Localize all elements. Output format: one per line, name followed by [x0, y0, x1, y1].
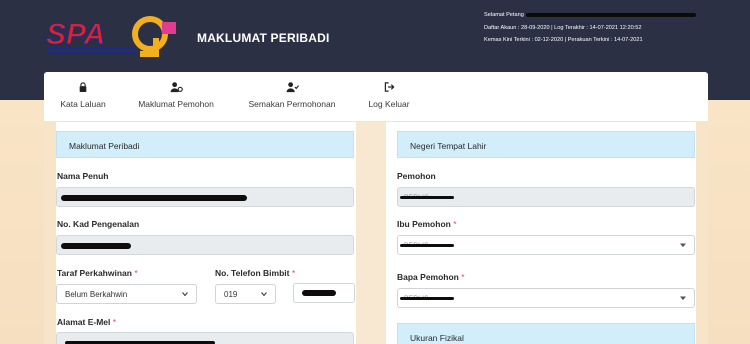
taraf-label-text: Taraf Perkahwinan [57, 268, 132, 278]
update-dates: Kemas Kini Terkini : 02-12-2020 | Peraku… [484, 37, 643, 43]
ic-label: No. Kad Pengenalan [57, 219, 140, 229]
tab-kata-laluan[interactable]: Kata Laluan [60, 81, 106, 109]
bapa-label-text: Bapa Pemohon [397, 272, 459, 282]
user-check-icon [285, 82, 299, 93]
chevron-down-icon [680, 296, 686, 300]
spa9-logo: SPA [46, 16, 176, 57]
section-ukuran-fizikal: Ukuran Fizikal [397, 323, 695, 344]
gutter-left [44, 122, 56, 344]
page-title: MAKLUMAT PERIBADI [197, 31, 330, 45]
pemohon-label: Pemohon [397, 171, 436, 181]
telefon-number-input[interactable] [293, 283, 355, 303]
telefon-prefix-select[interactable]: 019 [215, 284, 276, 304]
redacted-name [61, 195, 247, 201]
ibu-pemohon-label: Ibu Pemohon * [397, 219, 457, 229]
required-mark: * [134, 268, 138, 278]
lock-icon [79, 82, 87, 92]
required-mark: * [291, 268, 296, 278]
taraf-perkahwinan-select[interactable]: Belum Berkahwin [56, 284, 197, 304]
telefon-prefix-value: 019 [224, 290, 238, 299]
nama-penuh-field[interactable] [56, 187, 354, 207]
logout-icon [384, 82, 394, 92]
chevron-down-icon [261, 292, 267, 296]
bapa-pemohon-select[interactable]: PERLIS [397, 288, 695, 308]
telefon-label-text: No. Telefon Bimbit [215, 268, 290, 278]
pemohon-field[interactable]: PERLIS [397, 187, 695, 207]
redacted-username [525, 12, 696, 17]
greeting-text: Selamat Petang [484, 12, 524, 18]
tab-label: Log Keluar [368, 99, 410, 109]
redacted-ibu [400, 244, 454, 247]
tab-label: Semakan Permohonan [248, 99, 336, 109]
redacted-phone [302, 290, 336, 296]
tab-bar: Kata Laluan Maklumat Pemohon Semakan Per… [44, 72, 708, 122]
ibu-pemohon-select[interactable]: PERLIS [397, 235, 695, 255]
section-negeri-tempat-lahir: Negeri Tempat Lahir [397, 131, 695, 158]
taraf-value: Belum Berkahwin [65, 290, 128, 299]
gutter-middle [356, 122, 386, 344]
telefon-label: No. Telefon Bimbit * [215, 268, 295, 278]
main-card: Kata Laluan Maklumat Pemohon Semakan Per… [44, 72, 708, 344]
bapa-pemohon-label: Bapa Pemohon * [397, 272, 465, 282]
redacted-ic [61, 243, 131, 249]
email-label: Alamat E-Mel * [57, 317, 116, 327]
tab-log-keluar[interactable]: Log Keluar [366, 81, 412, 109]
redacted-pemohon [400, 196, 454, 199]
account-info: Selamat Petang Daftar Akaun : 28-09-2020… [484, 9, 696, 47]
chevron-down-icon [680, 243, 686, 247]
tab-maklumat-pemohon[interactable]: Maklumat Pemohon [136, 81, 216, 109]
ibu-label-text: Ibu Pemohon [397, 219, 451, 229]
section-maklumat-peribadi: Maklumat Peribadi [56, 131, 354, 158]
tab-label: Maklumat Pemohon [138, 99, 214, 109]
chevron-down-icon [182, 292, 188, 296]
required-mark: * [112, 317, 117, 327]
tab-semakan-permohonan[interactable]: Semakan Permohonan [248, 81, 336, 109]
nama-penuh-label: Nama Penuh [57, 171, 109, 181]
email-field[interactable] [56, 332, 354, 344]
tab-label: Kata Laluan [60, 99, 106, 109]
required-mark: * [461, 272, 465, 282]
user-gear-icon [169, 82, 183, 93]
svg-text:SPA: SPA [46, 18, 105, 51]
email-label-text: Alamat E-Mel [57, 317, 111, 327]
redacted-bapa [400, 297, 454, 300]
ic-field[interactable] [56, 235, 354, 255]
gutter-right [696, 122, 708, 344]
account-dates: Daftar Akaun : 28-09-2020 | Log Terakhir… [484, 24, 642, 31]
taraf-perkahwinan-label: Taraf Perkahwinan * [57, 268, 138, 278]
required-mark: * [453, 219, 457, 229]
